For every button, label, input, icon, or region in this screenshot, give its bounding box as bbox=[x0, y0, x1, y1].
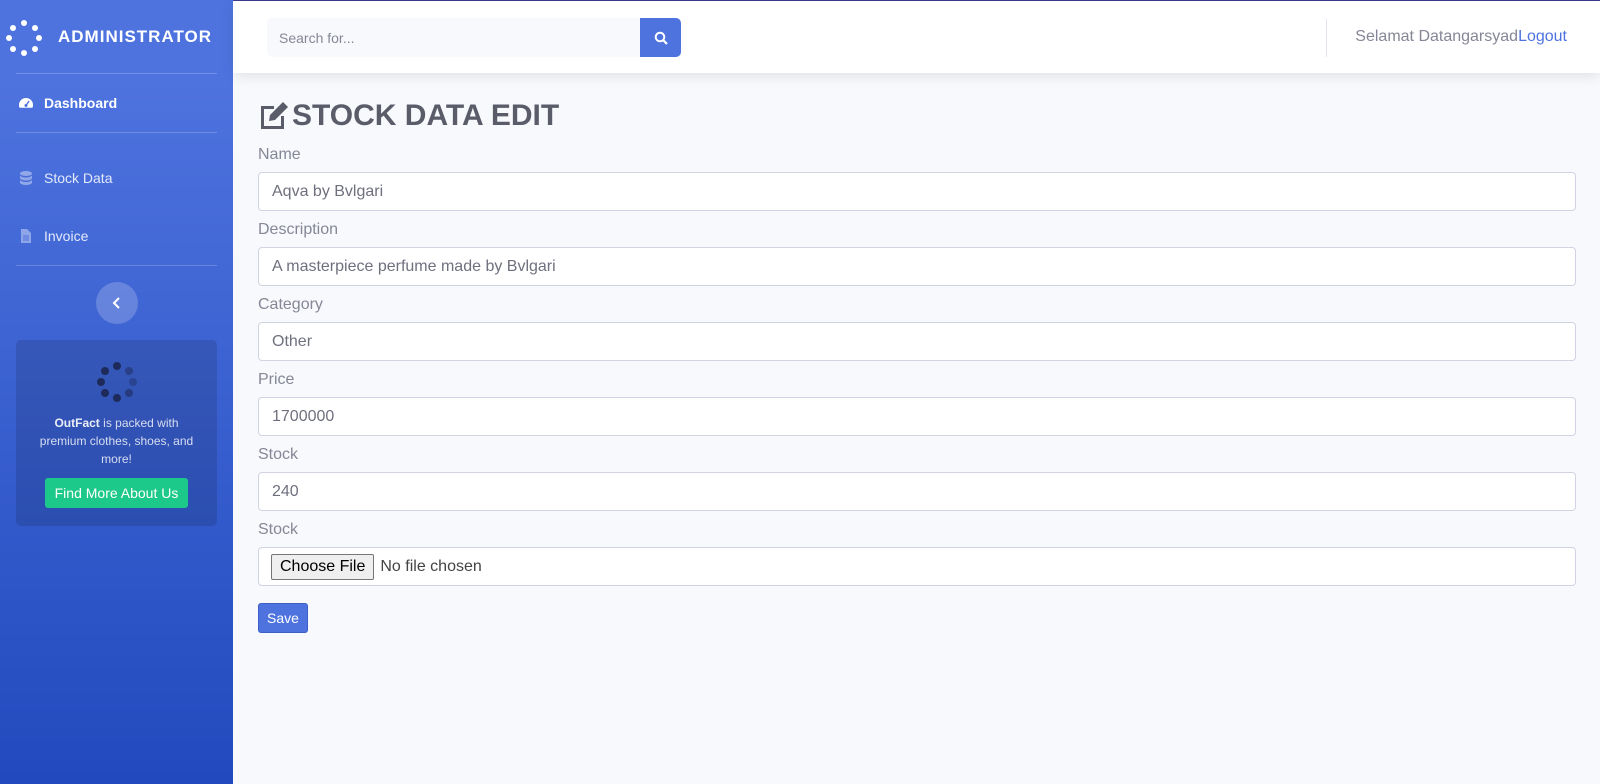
topbar-divider bbox=[1326, 19, 1327, 57]
search-button[interactable] bbox=[640, 18, 681, 57]
sidebar-item-invoice[interactable]: Invoice bbox=[0, 207, 233, 265]
promo-text: OutFact is packed with premium clothes, … bbox=[16, 414, 217, 468]
price-label: Price bbox=[258, 371, 295, 388]
description-label: Description bbox=[258, 221, 339, 238]
category-field[interactable]: Other bbox=[258, 322, 1576, 361]
choose-file-button[interactable]: Choose File bbox=[271, 553, 375, 580]
sidebar-item-label: Stock Data bbox=[44, 170, 113, 186]
tachometer-icon bbox=[19, 98, 33, 108]
file-label: Stock bbox=[258, 521, 299, 538]
name-field[interactable]: Aqva by Bvlgari bbox=[258, 172, 1576, 211]
logout-link[interactable]: Logout bbox=[1518, 28, 1567, 45]
chevron-left-icon bbox=[112, 297, 120, 309]
stock-label: Stock bbox=[258, 446, 299, 463]
stock-field[interactable]: 240 bbox=[258, 472, 1576, 511]
description-field[interactable]: A masterpiece perfume made by Bvlgari bbox=[258, 247, 1576, 286]
search-input[interactable] bbox=[267, 18, 640, 57]
main-content: STOCK DATA EDIT Name Aqva by Bvlgari Des… bbox=[258, 96, 1576, 633]
user-greeting: Selamat DatangarsyadLogout bbox=[1355, 28, 1567, 46]
category-label: Category bbox=[258, 296, 323, 313]
file-input: Choose File No file chosen bbox=[258, 547, 1576, 586]
name-label: Name bbox=[258, 146, 301, 163]
spinner-illustration-icon bbox=[96, 362, 137, 402]
file-status: No file chosen bbox=[380, 557, 482, 575]
promo-brand: OutFact bbox=[54, 416, 100, 430]
price-field[interactable]: 1700000 bbox=[258, 397, 1576, 436]
sidebar-item-label: Invoice bbox=[44, 228, 89, 244]
sidebar-toggle-button[interactable] bbox=[95, 282, 138, 324]
sidebar-divider bbox=[16, 265, 217, 266]
topbar: Selamat DatangarsyadLogout bbox=[233, 0, 1600, 73]
sidebar: ADMINISTRATOR Dashboard Stock Data Invoi… bbox=[0, 0, 233, 784]
sidebar-brand[interactable]: ADMINISTRATOR bbox=[0, 0, 233, 73]
brand-title: ADMINISTRATOR bbox=[58, 26, 213, 46]
promo-card: OutFact is packed with premium clothes, … bbox=[16, 340, 217, 526]
page-title-text: STOCK DATA EDIT bbox=[292, 99, 560, 132]
find-more-button[interactable]: Find More About Us bbox=[44, 478, 189, 508]
database-icon bbox=[20, 171, 32, 185]
sidebar-item-stock-data[interactable]: Stock Data bbox=[0, 149, 233, 207]
spinner-logo-icon bbox=[6, 19, 42, 56]
sidebar-item-dashboard[interactable]: Dashboard bbox=[0, 74, 233, 132]
edit-icon bbox=[261, 102, 288, 129]
search-icon bbox=[654, 31, 668, 45]
greeting-text: Selamat Datangarsyad bbox=[1355, 28, 1519, 45]
file-icon bbox=[21, 229, 31, 243]
page-title: STOCK DATA EDIT bbox=[258, 96, 1576, 136]
search-bar bbox=[267, 18, 681, 57]
sidebar-item-label: Dashboard bbox=[44, 95, 118, 111]
save-button[interactable]: Save bbox=[258, 603, 308, 633]
